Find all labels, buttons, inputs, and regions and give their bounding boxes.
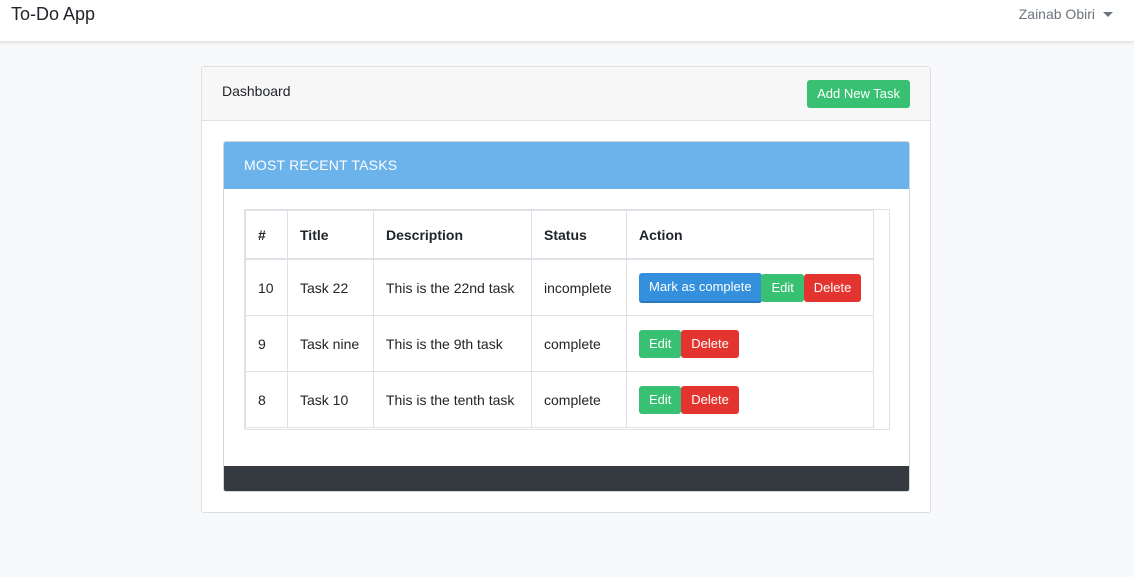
task-id: 10 [245, 258, 288, 316]
tasks-table-wrapper: # Title Description Status Action 10 Tas… [244, 209, 890, 430]
task-status: complete [531, 371, 627, 428]
task-id: 9 [245, 315, 288, 372]
task-description: This is the 9th task [373, 315, 532, 372]
table-row: 9 Task nine This is the 9th task complet… [245, 315, 875, 372]
recent-tasks-panel: MOST RECENT TASKS # Title Description St… [223, 141, 910, 492]
task-title: Task 10 [287, 371, 374, 428]
table-row: 10 Task 22 This is the 22nd task incompl… [245, 258, 875, 316]
mark-complete-button[interactable]: Mark as complete [639, 272, 762, 303]
col-header-id: # [245, 210, 288, 260]
add-new-task-button[interactable]: Add New Task [807, 80, 910, 108]
task-status: incomplete [531, 258, 627, 316]
user-name: Zainab Obiri [1018, 6, 1095, 22]
col-header-description: Description [373, 210, 532, 260]
delete-button[interactable]: Delete [681, 385, 739, 414]
task-actions: Edit Delete [625, 315, 875, 372]
task-title: Task nine [287, 315, 374, 372]
task-actions: Edit Delete [625, 371, 875, 428]
edit-button[interactable]: Edit [761, 273, 804, 302]
dashboard-title: Dashboard [222, 83, 291, 99]
caret-down-icon [1103, 11, 1113, 17]
delete-button[interactable]: Delete [681, 329, 739, 358]
task-id: 8 [245, 371, 288, 428]
task-description: This is the 22nd task [373, 258, 532, 316]
table-row: 8 Task 10 This is the tenth task complet… [245, 371, 875, 428]
task-status: complete [531, 315, 627, 372]
col-header-action: Action [625, 210, 875, 260]
table-header-row: # Title Description Status Action [245, 210, 875, 260]
delete-button[interactable]: Delete [803, 273, 862, 302]
edit-button[interactable]: Edit [639, 329, 682, 358]
edit-button[interactable]: Edit [639, 385, 682, 414]
dashboard-header: Dashboard Add New Task [202, 67, 930, 121]
col-header-title: Title [287, 210, 374, 260]
task-description: This is the tenth task [373, 371, 532, 428]
tasks-table: # Title Description Status Action 10 Tas… [245, 210, 875, 428]
panel-footer [224, 466, 909, 491]
task-actions: Mark as complete Edit Delete [625, 258, 875, 316]
user-dropdown[interactable]: Zainab Obiri [1019, 6, 1113, 22]
col-header-status: Status [531, 210, 627, 260]
dashboard-card: Dashboard Add New Task MOST RECENT TASKS… [201, 66, 931, 513]
top-navbar: To-Do App Zainab Obiri [0, 0, 1134, 42]
task-title: Task 22 [287, 258, 374, 316]
recent-tasks-title: MOST RECENT TASKS [224, 142, 909, 189]
app-brand[interactable]: To-Do App [11, 4, 95, 25]
